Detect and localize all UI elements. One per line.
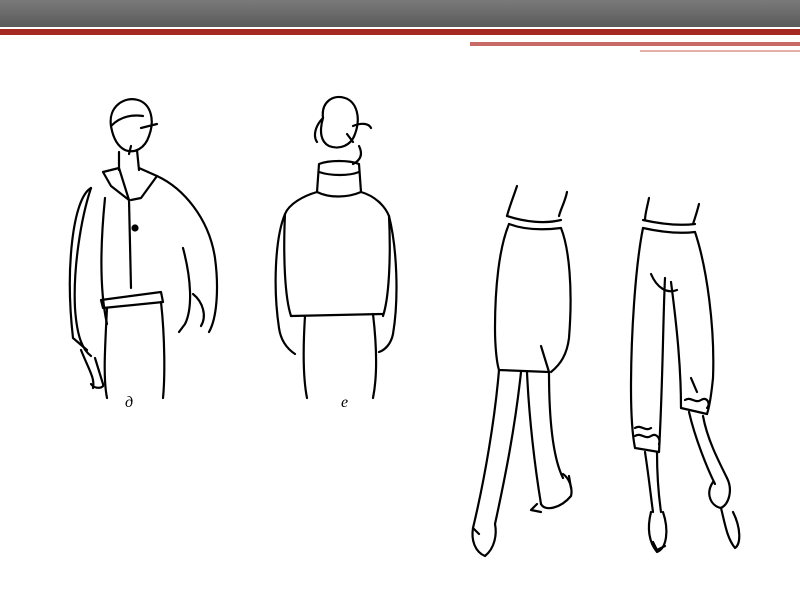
- upper-body-sketch: [68, 95, 398, 400]
- figure-d-shirt: [68, 98, 219, 400]
- figure-trousers: [629, 196, 741, 554]
- figure-e-top: [274, 95, 398, 400]
- fashion-figures-lower-body: [445, 178, 782, 566]
- caption-e: е: [341, 394, 349, 411]
- caption-d: д: [125, 394, 134, 411]
- slide-accent-line: [470, 42, 800, 46]
- figure-skirt: [471, 184, 573, 558]
- fashion-figures-upper-body: д е: [33, 88, 418, 426]
- slide-accent-line-thin: [640, 50, 800, 52]
- slide-top-bar: [0, 0, 800, 27]
- slide-red-stripe: [0, 29, 800, 35]
- lower-body-sketch: [471, 184, 741, 558]
